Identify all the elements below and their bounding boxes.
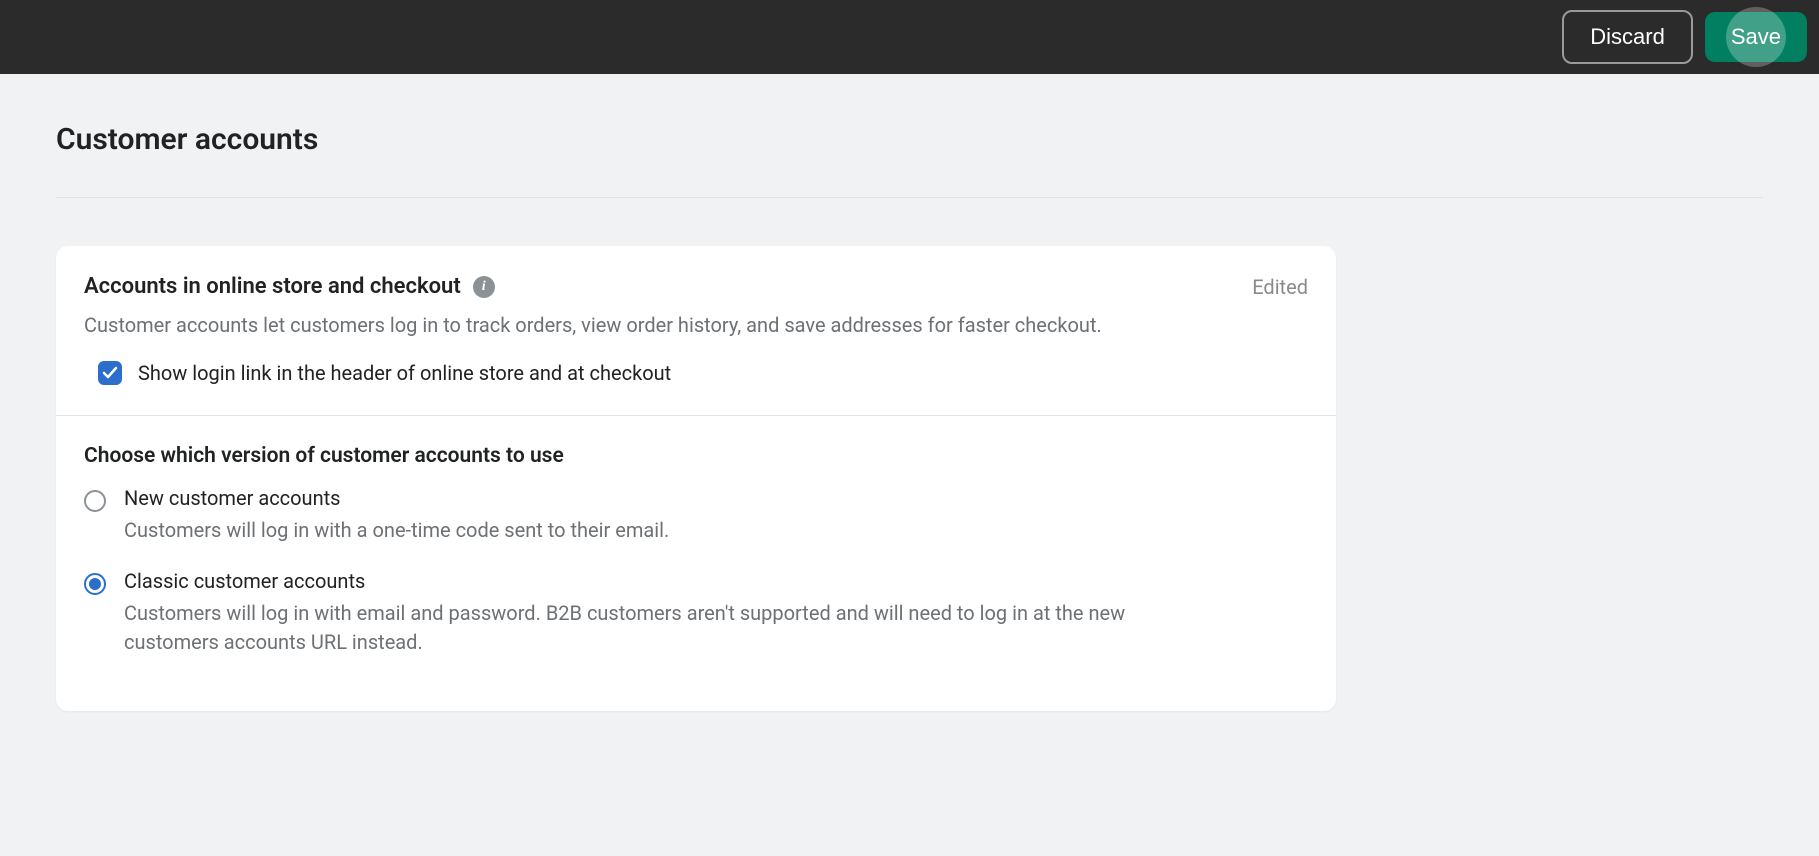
divider: [56, 197, 1763, 198]
radio-description: Customers will log in with email and pas…: [124, 599, 1184, 657]
radio-text: New customer accounts Customers will log…: [124, 486, 669, 545]
radio-option-new-accounts[interactable]: New customer accounts Customers will log…: [84, 486, 1308, 545]
login-link-checkbox-row[interactable]: Show login link in the header of online …: [84, 361, 1308, 385]
radio-new-accounts[interactable]: [84, 490, 106, 512]
login-link-checkbox-label: Show login link in the header of online …: [138, 361, 671, 385]
check-icon: [102, 365, 118, 381]
save-button[interactable]: Save: [1705, 12, 1807, 62]
radio-text: Classic customer accounts Customers will…: [124, 569, 1184, 657]
discard-button[interactable]: Discard: [1562, 10, 1693, 64]
accounts-section: Accounts in online store and checkout i …: [56, 246, 1336, 415]
radio-label: Classic customer accounts: [124, 569, 1184, 593]
section-description: Customer accounts let customers log in t…: [84, 311, 1308, 339]
settings-card: Accounts in online store and checkout i …: [56, 246, 1336, 711]
content-area: Customer accounts Accounts in online sto…: [0, 74, 1819, 711]
login-link-checkbox[interactable]: [98, 361, 122, 385]
radio-label: New customer accounts: [124, 486, 669, 510]
topbar: Discard Save: [0, 0, 1819, 74]
section-title: Accounts in online store and checkout: [84, 274, 461, 299]
radio-option-classic-accounts[interactable]: Classic customer accounts Customers will…: [84, 569, 1308, 657]
info-icon[interactable]: i: [473, 276, 495, 298]
choose-version-title: Choose which version of customer account…: [84, 444, 1308, 468]
choose-version-section: Choose which version of customer account…: [56, 415, 1336, 711]
page-title: Customer accounts: [56, 122, 1763, 157]
radio-description: Customers will log in with a one-time co…: [124, 516, 669, 545]
edited-badge: Edited: [1252, 275, 1308, 299]
radio-classic-accounts[interactable]: [84, 573, 106, 595]
section-head: Accounts in online store and checkout i …: [84, 274, 1308, 299]
